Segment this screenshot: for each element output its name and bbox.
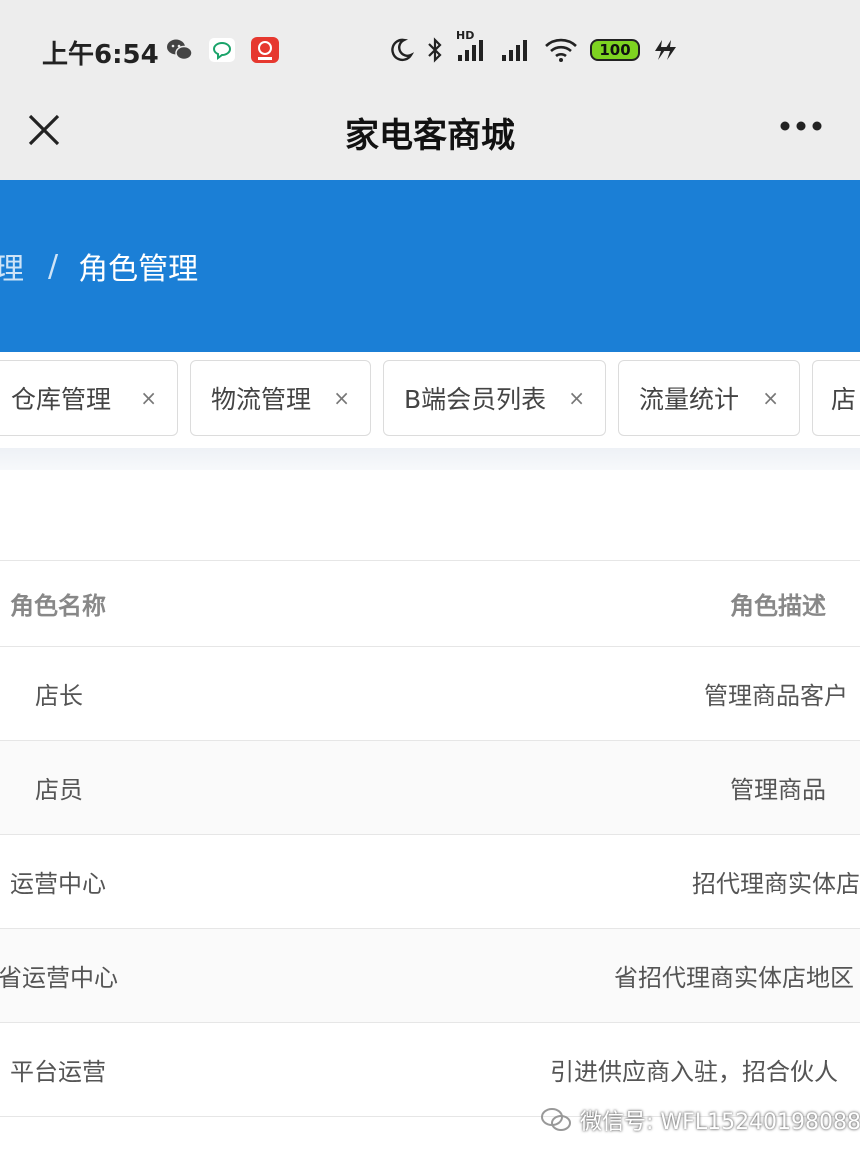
header-role-name: 角色名称	[10, 592, 106, 620]
tab-close-icon[interactable]: ×	[140, 386, 157, 410]
wechat-icon	[540, 1107, 572, 1133]
roles-table: 角色名称 角色描述 店长 管理商品客户 店员 管理商品 运营中心 招代理商实体店…	[0, 560, 860, 1124]
tab-label: 仓库管理	[11, 385, 112, 414]
tab-logistics[interactable]: 物流管理 ×	[190, 360, 371, 436]
header-role-desc: 角色描述	[730, 592, 826, 620]
watermark: 微信号: WFL15240198088	[540, 1104, 860, 1136]
battery-indicator: 100	[590, 39, 640, 61]
title-bar: 家电客商城	[0, 90, 860, 180]
tab-label: B端会员列表	[404, 385, 547, 414]
table-header-row: 角色名称 角色描述	[0, 560, 860, 646]
tab-label: 流量统计	[639, 385, 740, 414]
page-title: 家电客商城	[345, 116, 515, 156]
more-dots-icon	[780, 121, 822, 131]
shopping-app-icon	[250, 36, 280, 64]
signal-icon	[500, 37, 532, 63]
charging-icon	[652, 38, 678, 62]
table-row[interactable]: 省运营中心 省招代理商实体店地区	[0, 928, 860, 1022]
status-time: 上午6:54	[42, 40, 159, 70]
status-bar: 上午6:54 HD 100	[0, 0, 860, 100]
table-row[interactable]: 运营中心 招代理商实体店	[0, 834, 860, 928]
notification-icons	[166, 36, 280, 64]
role-name: 店长	[35, 682, 83, 710]
system-icons: HD 100	[388, 29, 678, 64]
role-desc: 管理商品	[730, 776, 826, 804]
breadcrumb-separator: /	[48, 248, 59, 284]
app-header: 理 / 角色管理	[0, 180, 860, 352]
tab-close-icon[interactable]: ×	[762, 386, 779, 410]
tab-b-members[interactable]: B端会员列表 ×	[383, 360, 606, 436]
hd-label: HD	[456, 29, 475, 42]
moon-icon	[388, 37, 414, 63]
tab-store[interactable]: 店	[812, 360, 860, 436]
more-button[interactable]	[778, 114, 824, 138]
wechat-icon	[166, 38, 194, 62]
table-row[interactable]: 店长 管理商品客户	[0, 646, 860, 740]
role-desc: 引进供应商入驻，招合伙人	[550, 1058, 838, 1086]
role-name: 省运营中心	[0, 964, 118, 992]
tab-label: 物流管理	[211, 385, 312, 414]
watermark-text: 微信号: WFL15240198088	[580, 1110, 860, 1135]
breadcrumb-prev[interactable]: 理	[0, 244, 24, 288]
breadcrumb-current: 角色管理	[78, 252, 199, 287]
bluetooth-icon	[426, 36, 444, 64]
role-name: 店员	[35, 776, 83, 804]
tab-warehouse[interactable]: 仓库管理 ×	[0, 360, 178, 436]
role-desc: 招代理商实体店	[692, 870, 860, 898]
wifi-icon	[544, 37, 578, 63]
table-row[interactable]: 店员 管理商品	[0, 740, 860, 834]
role-name: 运营中心	[10, 870, 106, 898]
role-name: 平台运营	[10, 1058, 106, 1086]
table-row[interactable]: 平台运营 引进供应商入驻，招合伙人	[0, 1022, 860, 1116]
tabs-bar: 仓库管理 × 物流管理 × B端会员列表 × 流量统计 × 店	[0, 352, 860, 448]
breadcrumb: 理 / 角色管理	[0, 244, 198, 288]
tab-traffic-stats[interactable]: 流量统计 ×	[618, 360, 800, 436]
tabs-shadow	[0, 448, 860, 470]
tab-close-icon[interactable]: ×	[333, 386, 350, 410]
tab-label: 店	[831, 385, 857, 414]
tab-close-icon[interactable]: ×	[568, 386, 585, 410]
role-desc: 省招代理商实体店地区	[614, 964, 854, 992]
role-desc: 管理商品客户	[704, 682, 848, 710]
hd-signal-icon: HD	[456, 29, 488, 63]
message-icon	[208, 37, 236, 63]
